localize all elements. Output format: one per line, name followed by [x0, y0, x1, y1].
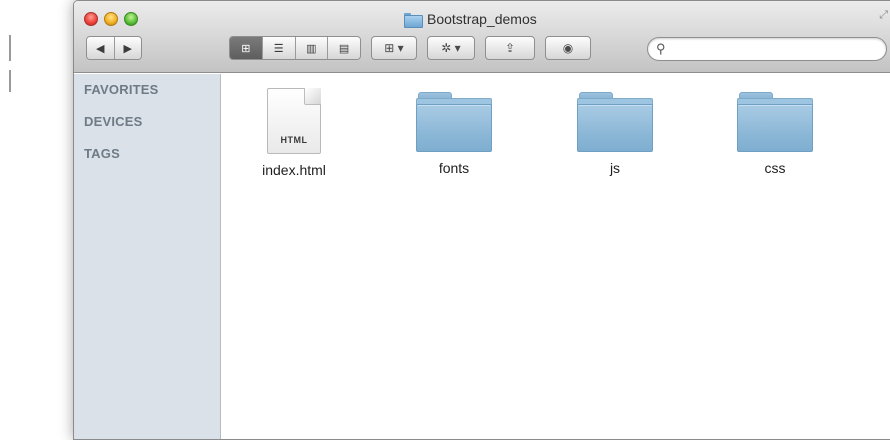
forward-arrow-icon: ▶: [123, 42, 132, 55]
file-name: index.html: [262, 162, 326, 178]
search-input[interactable]: [674, 40, 874, 58]
gear-icon: ✲ ▾: [441, 41, 461, 55]
folder-icon: [416, 92, 492, 152]
sidebar-heading-favorites[interactable]: FAVORITES: [84, 82, 159, 97]
fullscreen-icon[interactable]: ⤢: [879, 9, 888, 22]
folder-icon: [737, 92, 813, 152]
folder-item-css[interactable]: css: [715, 88, 835, 176]
coverflow-view-icon: ▤: [338, 42, 350, 55]
window-title-text: Bootstrap_demos: [427, 11, 537, 27]
forward-button[interactable]: ▶: [114, 37, 141, 59]
html-document-icon: HTML: [267, 88, 321, 154]
file-item-index-html[interactable]: HTML index.html: [234, 88, 354, 178]
window-title: Bootstrap_demos: [404, 11, 537, 28]
file-name: js: [609, 160, 621, 176]
icon-view-button[interactable]: ⊞: [230, 37, 263, 59]
list-view-icon: ☰: [273, 42, 284, 55]
file-name: fonts: [438, 160, 470, 176]
search-icon: ⚲: [656, 41, 666, 56]
column-view-button[interactable]: ▥: [295, 37, 329, 59]
close-button[interactable]: [84, 12, 98, 26]
title-bar[interactable]: Bootstrap_demos ⤢ ◀ ▶ ⊞ ☰ ▥ ▤ ⊞ ▾ ✲ ▾ ⇪ …: [74, 1, 890, 73]
finder-window: Bootstrap_demos ⤢ ◀ ▶ ⊞ ☰ ▥ ▤ ⊞ ▾ ✲ ▾ ⇪ …: [73, 0, 890, 440]
minimize-button[interactable]: [104, 12, 118, 26]
action-button[interactable]: ✲ ▾: [427, 36, 475, 60]
tags-button[interactable]: ◉: [545, 36, 591, 60]
coverflow-view-button[interactable]: ▤: [328, 37, 360, 59]
zoom-button[interactable]: [124, 12, 138, 26]
share-icon: ⇪: [504, 41, 516, 55]
folder-item-js[interactable]: js: [555, 88, 675, 176]
icon-view-icon: ⊞: [241, 42, 251, 55]
desktop-edge-mark: [9, 35, 11, 61]
search-field[interactable]: ⚲: [647, 37, 887, 61]
sidebar-heading-devices[interactable]: DEVICES: [84, 114, 142, 129]
document-type-label: HTML: [280, 135, 308, 145]
arrange-icon: ⊞ ▾: [384, 41, 404, 55]
folder-icon: [404, 12, 423, 28]
share-button[interactable]: ⇪: [485, 36, 535, 60]
column-view-icon: ▥: [306, 42, 317, 55]
file-browser-content: HTML index.html fonts js css: [222, 74, 890, 439]
back-forward-buttons: ◀ ▶: [86, 36, 142, 60]
back-arrow-icon: ◀: [96, 42, 105, 55]
back-button[interactable]: ◀: [87, 37, 115, 59]
folder-item-fonts[interactable]: fonts: [394, 88, 514, 176]
folder-icon: [577, 92, 653, 152]
arrange-button[interactable]: ⊞ ▾: [371, 36, 417, 60]
view-mode-selector: ⊞ ☰ ▥ ▤: [229, 36, 361, 60]
list-view-button[interactable]: ☰: [262, 37, 296, 59]
sidebar-heading-tags[interactable]: TAGS: [84, 146, 120, 161]
sidebar: FAVORITES DEVICES TAGS: [74, 74, 221, 439]
tag-icon: ◉: [562, 41, 574, 55]
desktop-edge-mark: [9, 70, 11, 92]
file-name: css: [764, 160, 786, 176]
